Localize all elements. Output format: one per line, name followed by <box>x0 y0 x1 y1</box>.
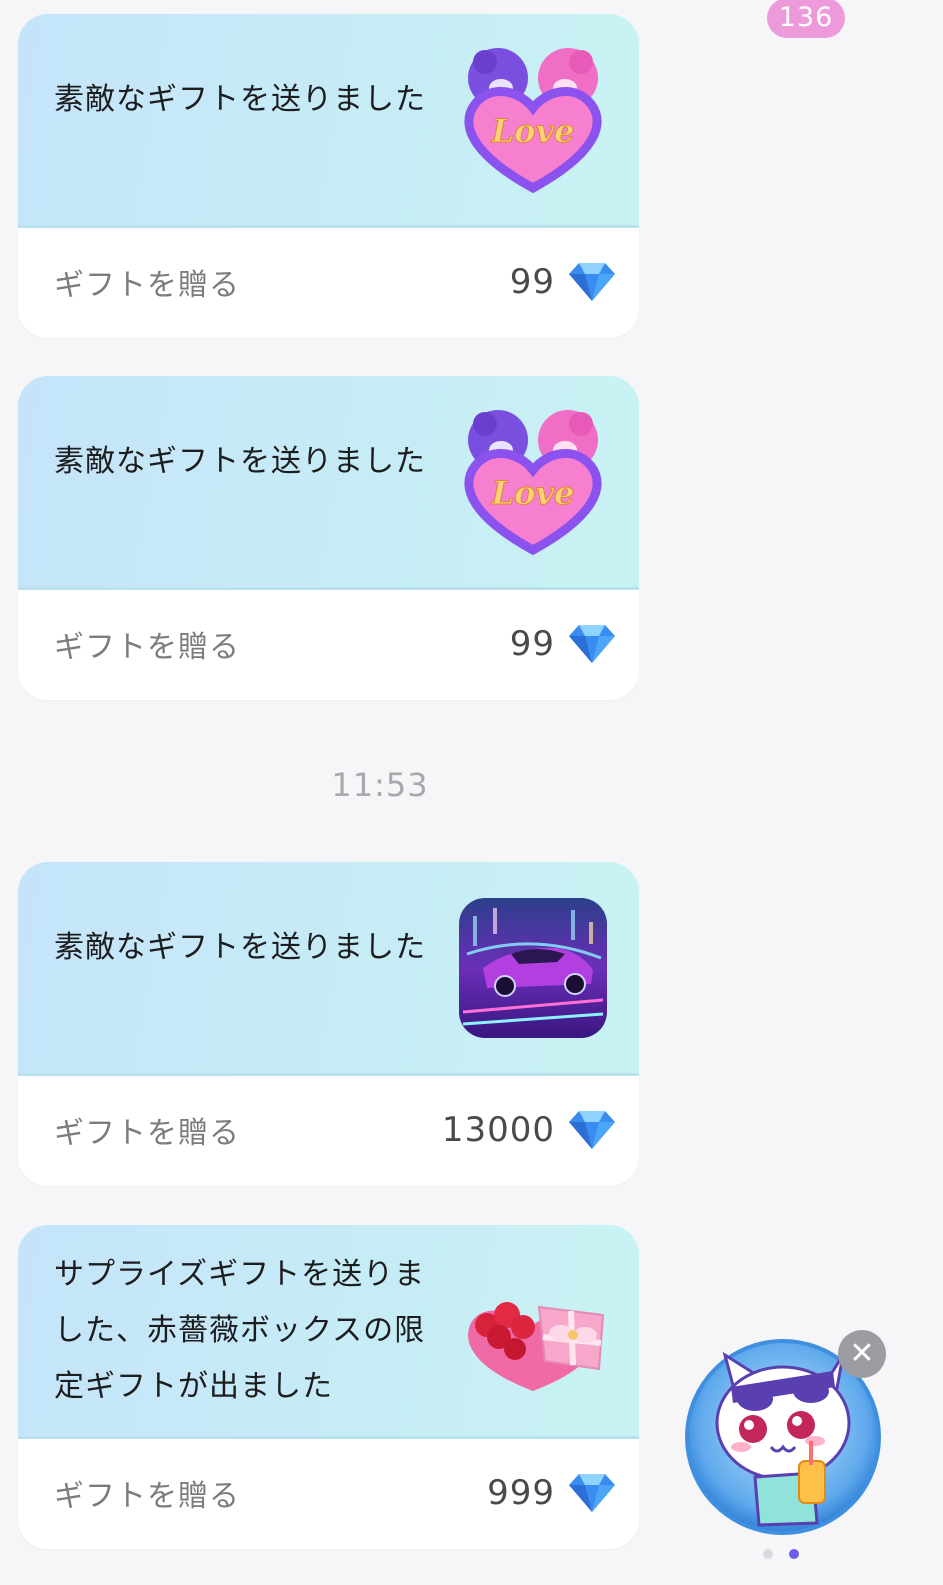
send-gift-label[interactable]: ギフトを贈る <box>54 1471 240 1515</box>
gift-message-header: 素敵なギフトを送りました <box>18 862 639 1076</box>
gift-send-row[interactable]: ギフトを贈る 13000 <box>18 1076 639 1186</box>
message-timestamp: 11:53 <box>331 766 429 804</box>
gift-message-header: 素敵なギフトを送りました Love <box>18 376 639 590</box>
love-bears-heart-icon: Love <box>464 410 602 556</box>
gift-message-header: 素敵なギフトを送りました Love <box>18 14 639 228</box>
gift-price: 99 <box>509 262 555 302</box>
gift-send-row[interactable]: ギフトを贈る 99 <box>18 590 639 700</box>
gift-message-card: 素敵なギフトを送りました Love ギフトを贈る 99 <box>18 376 639 700</box>
send-gift-label[interactable]: ギフトを贈る <box>54 1108 240 1152</box>
diamond-icon <box>569 625 615 663</box>
send-gift-label[interactable]: ギフトを贈る <box>54 260 240 304</box>
gift-send-row[interactable]: ギフトを贈る 99 <box>18 228 639 338</box>
gift-message-card: 素敵なギフトを送りました ギフトを贈る 13000 <box>18 862 639 1186</box>
svg-text:Love: Love <box>491 474 575 512</box>
love-bears-heart-icon: Love <box>464 48 602 194</box>
gift-message-text: サプライズギフトを送りました、赤薔薇ボックスの限定ギフトが出ました <box>54 1257 426 1404</box>
gift-message-text: 素敵なギフトを送りました <box>54 444 426 479</box>
page-dot-active <box>789 1549 799 1559</box>
close-icon: ✕ <box>849 1336 875 1371</box>
gift-message-text: 素敵なギフトを送りました <box>54 930 426 965</box>
close-widget-button[interactable]: ✕ <box>838 1330 886 1378</box>
diamond-icon <box>569 1111 615 1149</box>
gift-message-header: サプライズギフトを送りました、赤薔薇ボックスの限定ギフトが出ました <box>18 1225 639 1439</box>
svg-text:Love: Love <box>491 112 575 150</box>
send-gift-label[interactable]: ギフトを贈る <box>54 622 240 666</box>
sports-car-icon <box>459 898 607 1038</box>
gift-send-row[interactable]: ギフトを贈る 999 <box>18 1439 639 1549</box>
diamond-icon <box>569 263 615 301</box>
page-indicator <box>763 1549 807 1561</box>
rose-heart-box-icon <box>468 1302 605 1391</box>
unread-count-badge: 136 <box>767 0 845 38</box>
gift-message-text: 素敵なギフトを送りました <box>54 82 426 117</box>
gift-price: 999 <box>487 1473 555 1513</box>
gift-message-card: 素敵なギフトを送りました Love ギフトを贈る 99 <box>18 14 639 338</box>
gift-message-card: サプライズギフトを送りました、赤薔薇ボックスの限定ギフトが出ました ギフトを贈る… <box>18 1225 639 1549</box>
gift-price: 99 <box>509 624 555 664</box>
page-dot-inactive <box>763 1549 773 1559</box>
diamond-icon <box>569 1474 615 1512</box>
gift-price: 13000 <box>441 1110 555 1150</box>
